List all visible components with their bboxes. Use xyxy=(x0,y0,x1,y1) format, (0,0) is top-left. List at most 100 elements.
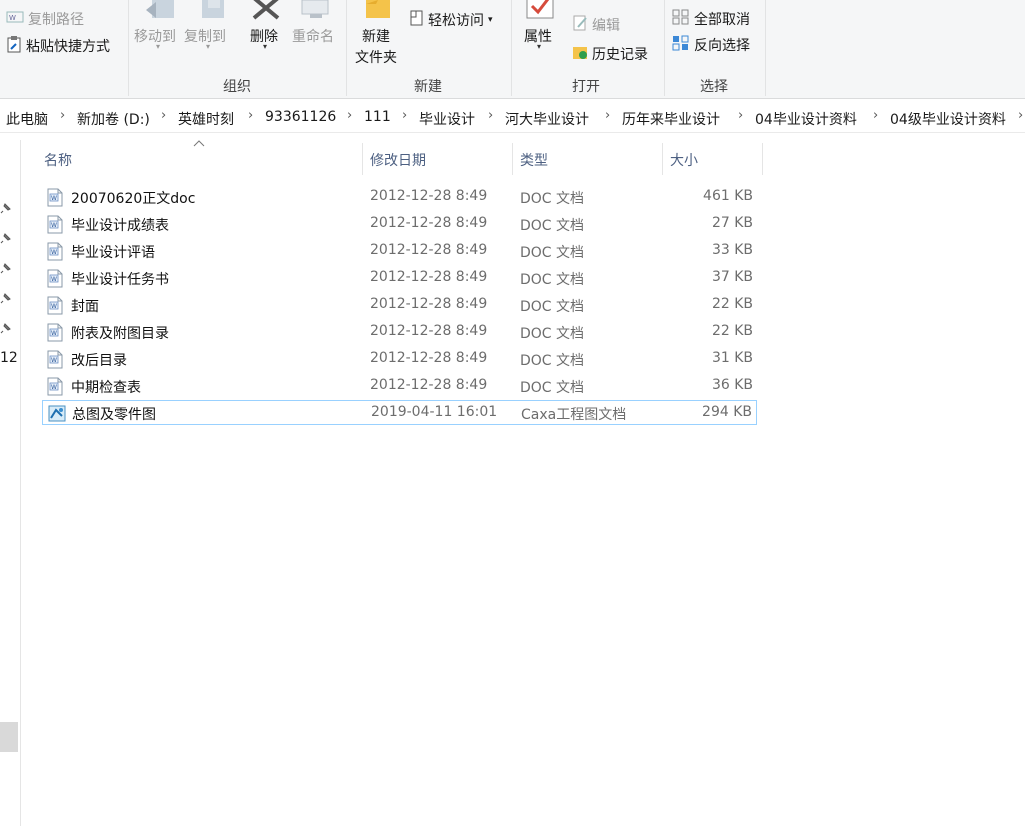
group-label-organize: 组织 xyxy=(223,79,251,95)
edit-icon xyxy=(572,14,588,36)
rename-button[interactable]: 重命名 xyxy=(292,0,342,60)
column-header-name[interactable]: 名称 xyxy=(44,150,72,170)
column-header-type[interactable]: 类型 xyxy=(520,150,548,170)
delete-button[interactable]: 删除 ▾ xyxy=(246,0,286,60)
file-date-modified: 2012-12-28 8:49 xyxy=(370,350,488,366)
file-date-modified: 2012-12-28 8:49 xyxy=(370,323,488,339)
file-size: 27 KB xyxy=(711,215,753,231)
svg-text:W: W xyxy=(51,330,57,337)
file-row[interactable]: W 封面 2012-12-28 8:49 DOC 文档 22 KB xyxy=(42,293,757,318)
chevron-down-icon: ▾ xyxy=(537,42,542,51)
svg-text:W: W xyxy=(51,222,57,229)
nav-scrollbar-thumb[interactable] xyxy=(0,722,18,752)
chevron-right-icon[interactable]: › xyxy=(347,108,352,123)
easy-access-label: 轻松访问 xyxy=(428,13,484,29)
copy-path-button[interactable]: W 复制路径 xyxy=(6,9,84,29)
file-size: 31 KB xyxy=(711,350,753,366)
chevron-down-icon: ▾ xyxy=(263,42,268,51)
breadcrumb-item[interactable]: 04级毕业设计资料 xyxy=(890,109,1006,129)
chevron-right-icon[interactable]: › xyxy=(60,108,65,123)
column-divider[interactable] xyxy=(512,143,513,175)
move-to-button[interactable]: 移动到 ▾ xyxy=(134,0,182,60)
address-bar[interactable]: 此电脑 › 新加卷 (D:) › 英雄时刻 › 93361126 › 111 ›… xyxy=(0,104,1025,133)
breadcrumb-item[interactable]: 此电脑 xyxy=(6,109,48,129)
file-row[interactable]: W 毕业设计任务书 2012-12-28 8:49 DOC 文档 37 KB xyxy=(42,266,757,291)
file-row[interactable]: 总图及零件图 2019-04-11 16:01 Caxa工程图文档 294 KB xyxy=(42,400,757,425)
file-name: 附表及附图目录 xyxy=(71,326,169,342)
file-row[interactable]: W 改后目录 2012-12-28 8:49 DOC 文档 31 KB xyxy=(42,347,757,372)
pin-icon[interactable] xyxy=(0,262,14,276)
file-name: 20070620正文doc xyxy=(71,191,196,207)
column-divider[interactable] xyxy=(362,143,363,175)
breadcrumb-item[interactable]: 英雄时刻 xyxy=(178,109,234,129)
copy-to-button[interactable]: 复制到 ▾ xyxy=(184,0,232,60)
file-row[interactable]: W 毕业设计成绩表 2012-12-28 8:49 DOC 文档 27 KB xyxy=(42,212,757,237)
chevron-right-icon[interactable]: › xyxy=(248,108,253,123)
invert-selection-button[interactable]: 反向选择 xyxy=(672,35,750,55)
file-date-modified: 2012-12-28 8:49 xyxy=(370,377,488,393)
file-name: 总图及零件图 xyxy=(72,407,156,423)
word-doc-icon: W xyxy=(47,323,63,342)
group-label-open: 打开 xyxy=(572,79,600,95)
new-folder-button[interactable]: 新建 文件夹 xyxy=(352,0,406,70)
chevron-right-icon[interactable]: › xyxy=(488,108,493,123)
breadcrumb-item[interactable]: 历年来毕业设计 xyxy=(622,109,720,129)
file-type: DOC 文档 xyxy=(520,191,585,207)
breadcrumb-item[interactable]: 111 xyxy=(364,109,391,125)
svg-text:W: W xyxy=(9,14,16,22)
chevron-right-icon[interactable]: › xyxy=(161,108,166,123)
properties-button[interactable]: 属性 ▾ xyxy=(518,0,562,60)
file-type: DOC 文档 xyxy=(520,218,585,234)
column-divider[interactable] xyxy=(662,143,663,175)
breadcrumb-item[interactable]: 新加卷 (D:) xyxy=(77,109,150,129)
file-type: DOC 文档 xyxy=(520,299,585,315)
breadcrumb-item[interactable]: 04毕业设计资料 xyxy=(755,109,857,129)
pin-icon[interactable] xyxy=(0,322,14,336)
copy-to-icon xyxy=(194,0,226,26)
file-row[interactable]: W 毕业设计评语 2012-12-28 8:49 DOC 文档 33 KB xyxy=(42,239,757,264)
history-icon xyxy=(572,43,588,65)
navigation-pane: 12 xyxy=(0,140,21,826)
pin-icon[interactable] xyxy=(0,292,14,306)
chevron-right-icon[interactable]: › xyxy=(738,108,743,123)
chevron-right-icon[interactable]: › xyxy=(1018,108,1023,123)
edit-button[interactable]: 编辑 xyxy=(572,14,620,36)
breadcrumb-item[interactable]: 河大毕业设计 xyxy=(505,109,589,129)
easy-access-button[interactable]: 轻松访问 ▾ xyxy=(408,9,493,31)
pin-icon[interactable] xyxy=(0,202,14,216)
svg-text:W: W xyxy=(51,195,57,202)
pin-icon[interactable] xyxy=(0,232,14,246)
file-name: 毕业设计任务书 xyxy=(71,272,169,288)
word-doc-icon: W xyxy=(47,350,63,369)
easy-access-icon xyxy=(408,9,424,31)
select-none-label: 全部取消 xyxy=(694,12,750,28)
file-type: DOC 文档 xyxy=(520,326,585,342)
nav-item-label[interactable]: 12 xyxy=(0,350,18,366)
chevron-right-icon[interactable]: › xyxy=(402,108,407,123)
svg-text:W: W xyxy=(51,249,57,256)
breadcrumb-item[interactable]: 毕业设计 xyxy=(419,109,475,129)
file-row[interactable]: W 20070620正文doc 2012-12-28 8:49 DOC 文档 461 K… xyxy=(42,185,757,210)
file-row[interactable]: W 附表及附图目录 2012-12-28 8:49 DOC 文档 22 KB xyxy=(42,320,757,345)
paste-shortcut-button[interactable]: 粘贴快捷方式 xyxy=(6,35,110,57)
move-to-label: 移动到 xyxy=(134,29,176,45)
word-doc-icon: W xyxy=(47,242,63,261)
column-divider[interactable] xyxy=(762,143,763,175)
column-header-size[interactable]: 大小 xyxy=(670,150,698,170)
chevron-right-icon[interactable]: › xyxy=(873,108,878,123)
chevron-right-icon[interactable]: › xyxy=(605,108,610,123)
column-header-modified[interactable]: 修改日期 xyxy=(370,150,426,170)
sort-ascending-icon xyxy=(193,140,205,147)
chevron-down-icon: ▾ xyxy=(156,42,161,51)
copy-path-icon: W xyxy=(6,10,24,28)
file-row[interactable]: W 中期检查表 2012-12-28 8:49 DOC 文档 36 KB xyxy=(42,374,757,399)
file-type: Caxa工程图文档 xyxy=(521,407,627,423)
history-button[interactable]: 历史记录 xyxy=(572,43,648,65)
file-date-modified: 2012-12-28 8:49 xyxy=(370,188,488,204)
caxa-drawing-icon xyxy=(48,404,66,423)
ribbon-separator xyxy=(128,0,129,96)
file-size: 37 KB xyxy=(711,269,753,285)
breadcrumb-item[interactable]: 93361126 xyxy=(265,109,336,125)
svg-text:W: W xyxy=(51,357,57,364)
select-none-button[interactable]: 全部取消 xyxy=(672,9,750,29)
